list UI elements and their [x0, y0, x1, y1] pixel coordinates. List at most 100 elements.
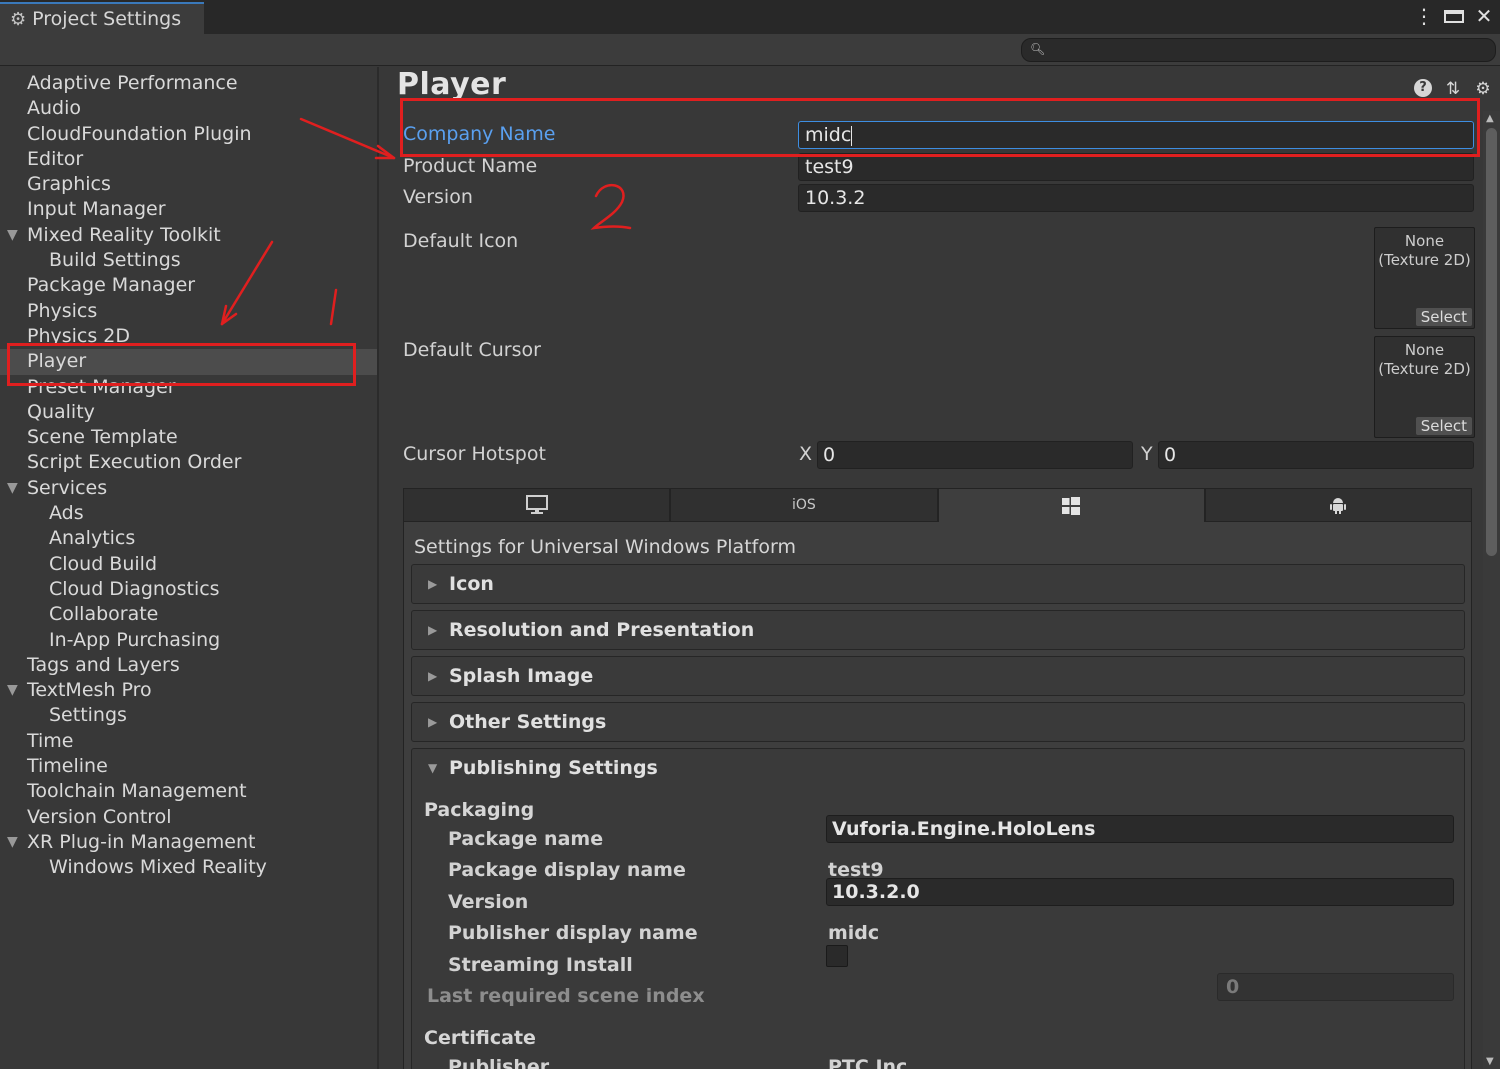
foldout-label: Other Settings: [449, 711, 607, 733]
product-name-field[interactable]: test9: [798, 153, 1474, 181]
default-icon-texture-field[interactable]: None (Texture 2D) Select: [1374, 227, 1475, 329]
package-name-field[interactable]: Vuforia.Engine.HoloLens: [826, 815, 1454, 843]
platform-settings-title: Settings for Universal Windows Platform: [414, 536, 796, 558]
maximize-button[interactable]: [1444, 4, 1464, 28]
help-icon[interactable]: ?: [1414, 79, 1432, 97]
version-field[interactable]: 10.3.2: [798, 184, 1474, 212]
sidebar-item-editor[interactable]: Editor: [0, 147, 377, 172]
player-settings-panel: Player ? ⇅ ⚙ Company Name midc Product N…: [381, 67, 1500, 1069]
annotation-player-box: [7, 343, 356, 386]
hotspot-x-field[interactable]: 0: [817, 441, 1133, 469]
tab-standalone[interactable]: [403, 488, 671, 522]
foldout-icon[interactable]: ▶ Icon: [411, 564, 1465, 604]
window-tab[interactable]: ⚙ Project Settings: [0, 2, 204, 34]
expand-arrow-icon[interactable]: ▼: [7, 223, 18, 248]
expand-arrow-icon[interactable]: ▼: [7, 476, 18, 501]
sidebar-item-mixed-reality-toolkit[interactable]: ▼ Mixed Reality Toolkit: [0, 223, 377, 248]
page-title: Player: [397, 67, 507, 102]
sidebar-item-input-manager[interactable]: Input Manager: [0, 197, 377, 222]
sidebar-item-xr-plug-in-management[interactable]: ▼ XR Plug-in Management: [0, 830, 377, 855]
hotspot-y-label: Y: [1141, 443, 1153, 465]
sidebar-item-scene-template[interactable]: Scene Template: [0, 425, 377, 450]
sidebar-item-audio[interactable]: Audio: [0, 96, 377, 121]
sidebar-item-label: Quality: [27, 400, 95, 423]
android-icon: [1330, 498, 1347, 514]
sidebar-item-cloud-diagnostics[interactable]: Cloud Diagnostics: [0, 577, 377, 602]
sidebar-item-windows-mixed-reality[interactable]: Windows Mixed Reality: [0, 855, 377, 880]
sidebar-item-in-app-purchasing[interactable]: In-App Purchasing: [0, 628, 377, 653]
sidebar-item-toolchain-management[interactable]: Toolchain Management: [0, 779, 377, 804]
default-cursor-texture-field[interactable]: None (Texture 2D) Select: [1374, 336, 1475, 438]
foldout-label: Icon: [449, 573, 494, 595]
publisher-value: PTC Inc.: [828, 1056, 915, 1069]
default-icon-select-button[interactable]: Select: [1415, 308, 1472, 326]
expand-arrow-icon: ▶: [428, 623, 438, 637]
close-button[interactable]: ✕: [1474, 4, 1494, 28]
collapse-arrow-icon[interactable]: ▼: [428, 749, 437, 787]
default-cursor-select-button[interactable]: Select: [1415, 417, 1472, 435]
sidebar-item-label: CloudFoundation Plugin: [27, 122, 252, 145]
texture-type-text: (Texture 2D): [1378, 360, 1471, 378]
sidebar-item-textmesh-pro[interactable]: ▼ TextMesh Pro: [0, 678, 377, 703]
sidebar-item-label: Physics: [27, 299, 98, 322]
sidebar-item-collaborate[interactable]: Collaborate: [0, 602, 377, 627]
search-input[interactable]: 🔍︎: [1021, 38, 1496, 62]
sidebar-item-version-control[interactable]: Version Control: [0, 805, 377, 830]
sidebar-item-cloudfoundation-plugin[interactable]: CloudFoundation Plugin: [0, 122, 377, 147]
scroll-down-icon[interactable]: ▼: [1486, 1056, 1494, 1067]
sidebar-item-label: In-App Purchasing: [49, 628, 221, 651]
expand-arrow-icon: ▶: [428, 669, 438, 683]
sidebar-item-quality[interactable]: Quality: [0, 400, 377, 425]
sidebar-item-label: Tags and Layers: [27, 653, 180, 676]
foldout-label[interactable]: Publishing Settings: [449, 757, 658, 779]
settings-gear-icon[interactable]: ⚙: [1474, 79, 1492, 99]
sidebar-item-ads[interactable]: Ads: [0, 501, 377, 526]
sidebar-item-services[interactable]: ▼ Services: [0, 476, 377, 501]
search-icon: 🔍︎: [1030, 42, 1046, 56]
sidebar-item-label: Scene Template: [27, 426, 178, 449]
platform-tabs: iOS: [403, 488, 1472, 522]
sidebar-item-analytics[interactable]: Analytics: [0, 526, 377, 551]
scrollbar-thumb[interactable]: [1486, 128, 1497, 556]
sidebar-item-build-settings[interactable]: Build Settings: [0, 248, 377, 273]
platform-settings-box: Settings for Universal Windows Platform …: [403, 522, 1472, 1069]
sidebar-item-script-execution-order[interactable]: Script Execution Order: [0, 450, 377, 475]
foldout-other-settings[interactable]: ▶ Other Settings: [411, 702, 1465, 742]
package-version-field[interactable]: 10.3.2.0: [826, 878, 1454, 906]
sidebar-item-label: XR Plug-in Management: [27, 830, 256, 853]
sidebar-item-adaptive-performance[interactable]: Adaptive Performance: [0, 71, 377, 96]
last-scene-index-field[interactable]: 0: [1217, 973, 1454, 1001]
title-bar: ⚙ Project Settings ⋮ ✕: [0, 0, 1500, 34]
toolbar: 🔍︎: [0, 34, 1500, 66]
expand-arrow-icon[interactable]: ▼: [7, 830, 18, 855]
sidebar-item-time[interactable]: Time: [0, 729, 377, 754]
foldout-splash-image[interactable]: ▶ Splash Image: [411, 656, 1465, 696]
sidebar-item-label: Collaborate: [49, 603, 159, 626]
scroll-up-icon[interactable]: ▲: [1486, 113, 1494, 124]
texture-none-text: None: [1404, 341, 1445, 359]
sidebar-item-tags-and-layers[interactable]: Tags and Layers: [0, 653, 377, 678]
hotspot-y-field[interactable]: 0: [1158, 441, 1474, 469]
foldout-resolution[interactable]: ▶ Resolution and Presentation: [411, 610, 1465, 650]
more-options-icon[interactable]: ⋮: [1414, 4, 1434, 28]
sidebar-item-label: Script Execution Order: [27, 451, 242, 474]
sidebar-item-settings[interactable]: Settings: [0, 703, 377, 728]
tab-uwp[interactable]: [937, 488, 1205, 522]
sidebar-item-cloud-build[interactable]: Cloud Build: [0, 552, 377, 577]
sidebar-item-timeline[interactable]: Timeline: [0, 754, 377, 779]
sidebar-item-label: Mixed Reality Toolkit: [27, 223, 221, 246]
foldout-publishing-settings: ▼ Publishing Settings Packaging Package n…: [411, 748, 1465, 1069]
tab-android[interactable]: [1204, 488, 1472, 522]
vertical-scrollbar[interactable]: ▲ ▼: [1483, 111, 1500, 1069]
expand-arrow-icon[interactable]: ▼: [7, 678, 18, 703]
gear-icon: ⚙: [10, 8, 27, 30]
sidebar-item-graphics[interactable]: Graphics: [0, 172, 377, 197]
sidebar-item-physics[interactable]: Physics: [0, 299, 377, 324]
default-cursor-label: Default Cursor: [403, 339, 541, 361]
tab-ios[interactable]: iOS: [670, 488, 938, 522]
streaming-install-checkbox[interactable]: [826, 945, 848, 967]
sidebar-item-package-manager[interactable]: Package Manager: [0, 273, 377, 298]
sidebar-item-label: Input Manager: [27, 198, 166, 221]
sidebar-item-label: Package Manager: [27, 274, 196, 297]
preset-icon[interactable]: ⇅: [1444, 79, 1462, 99]
